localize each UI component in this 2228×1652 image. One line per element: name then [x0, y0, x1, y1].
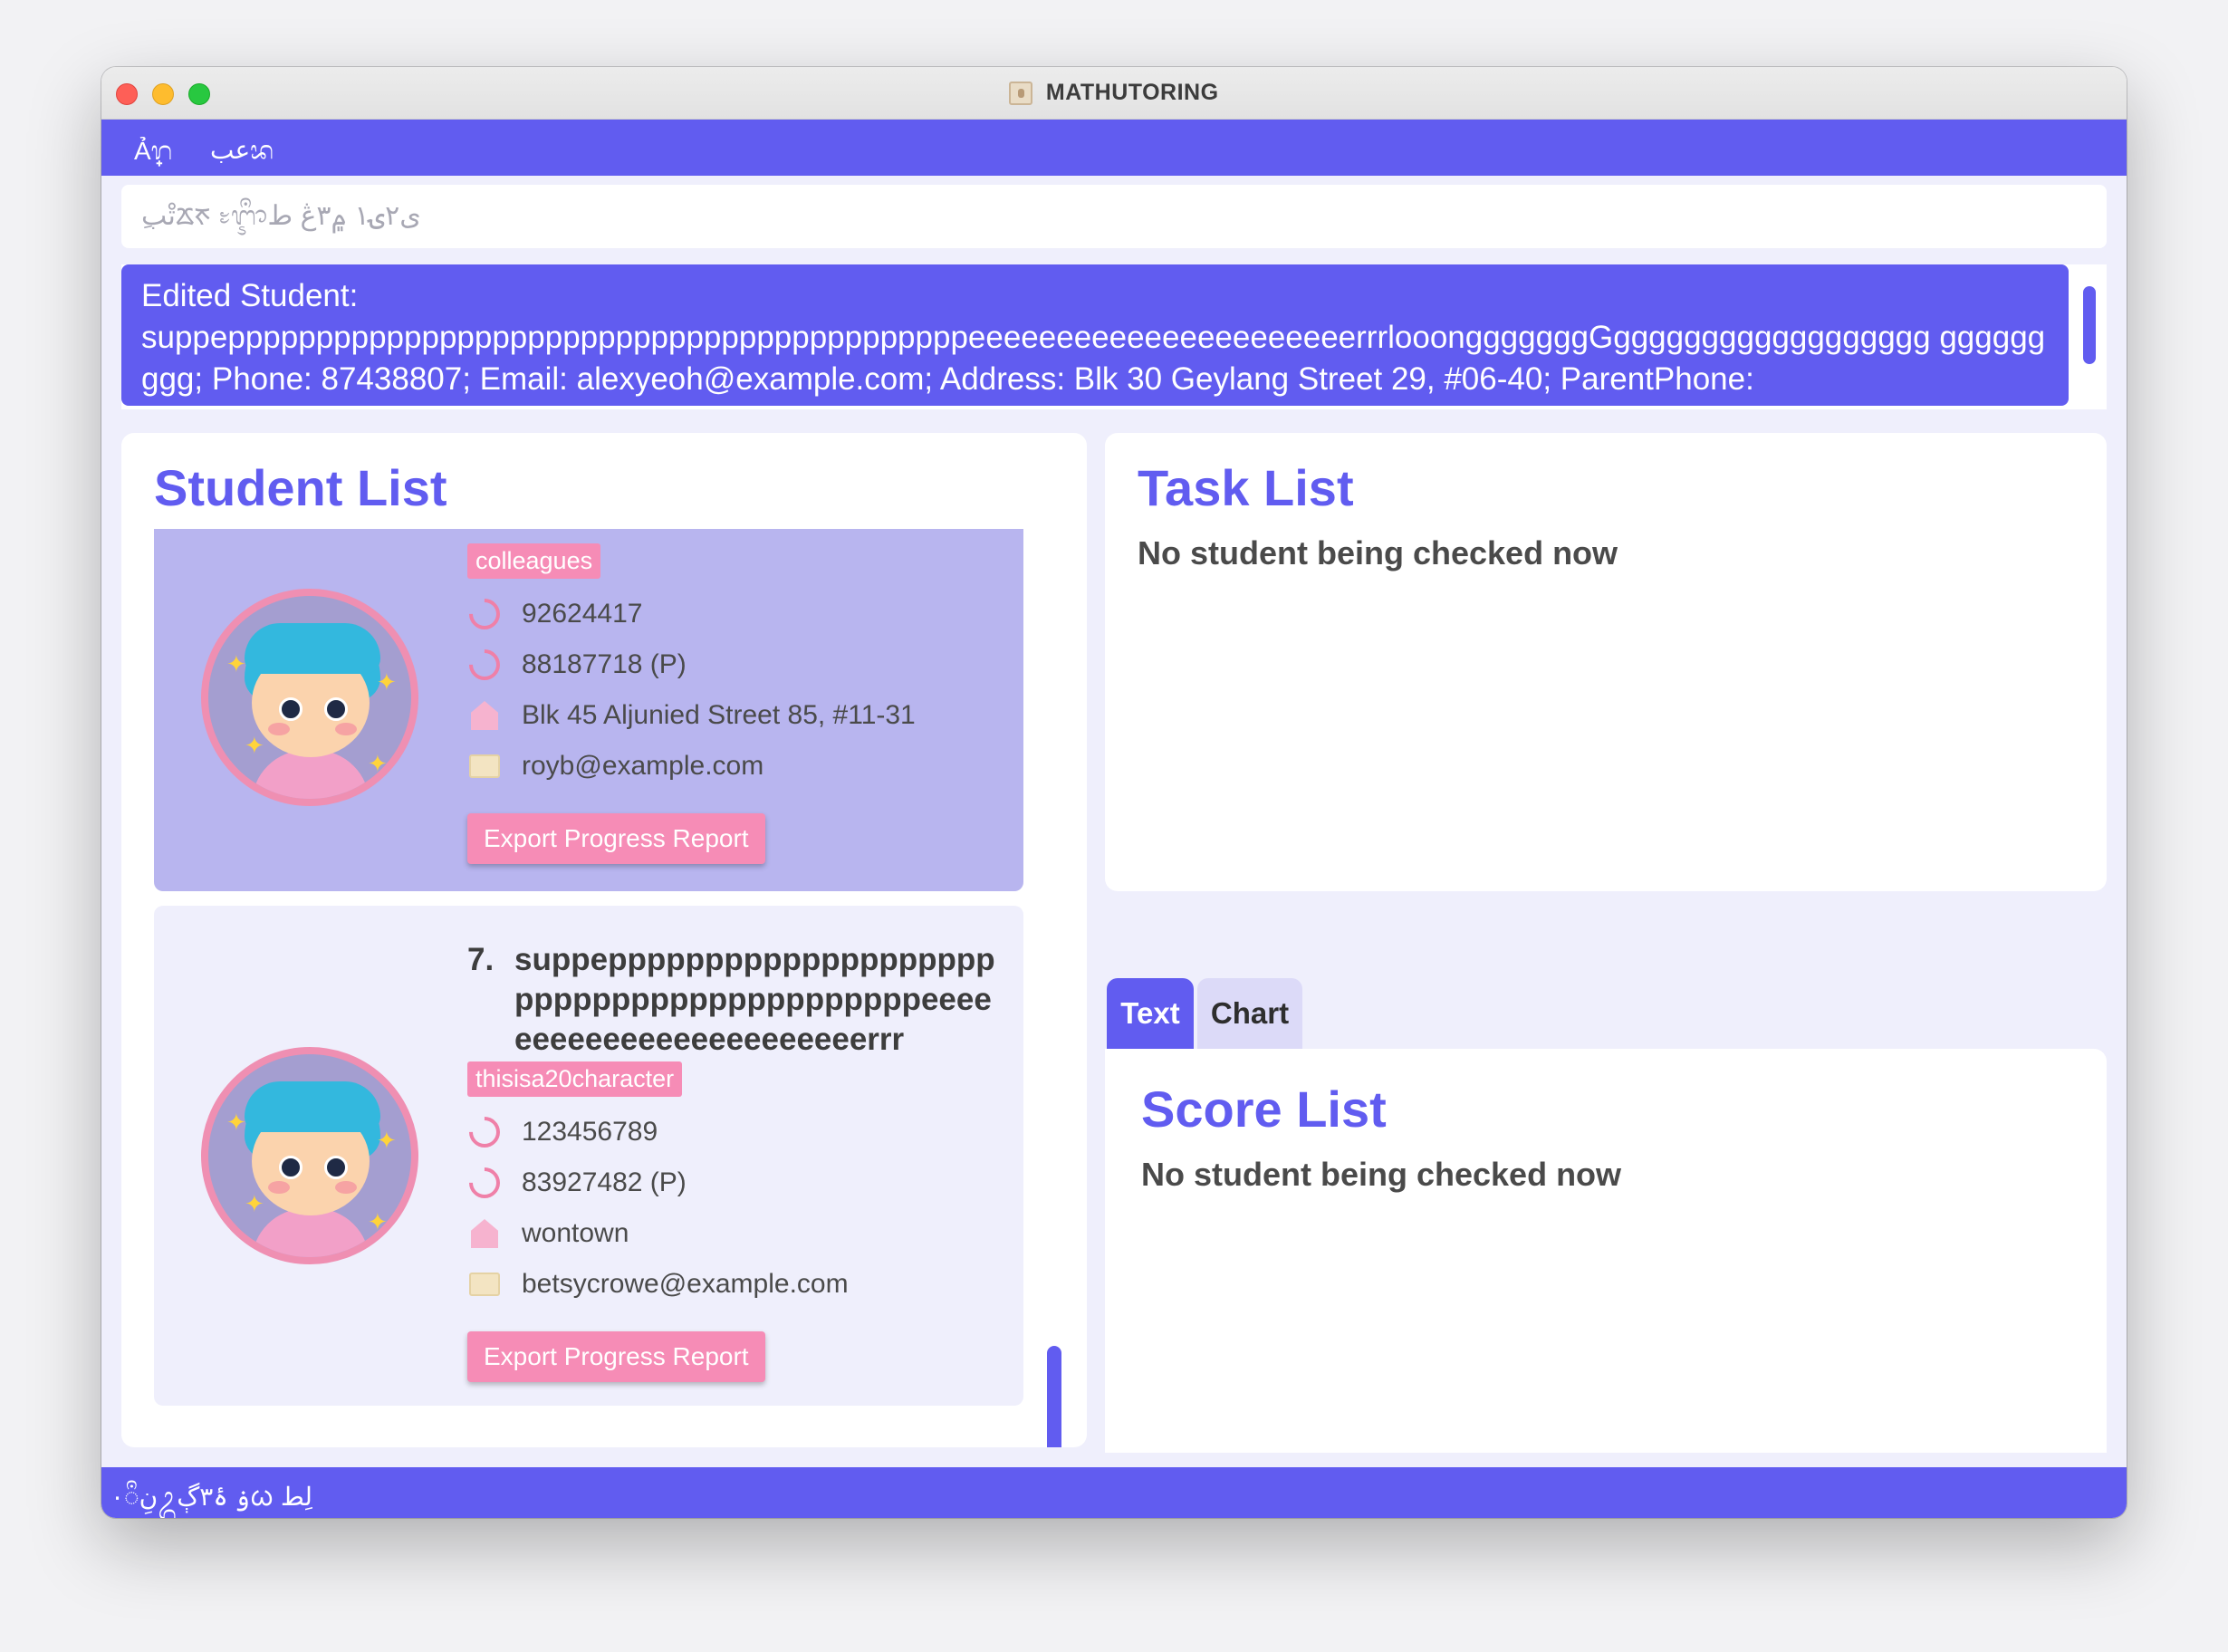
- result-scrollbar[interactable]: [2083, 286, 2096, 364]
- result-display: Edited Student: suppeppppppppppppppppppp…: [121, 264, 2107, 409]
- student-card[interactable]: ✦ ✦ ✦ ✦ colleagues 92624417 88187718 (P)…: [154, 529, 1023, 891]
- student-email: betsycrowe@example.com: [467, 1266, 849, 1302]
- menu-file[interactable]: Ả᩠ᬭ: [134, 132, 172, 178]
- student-index: 7.: [467, 942, 495, 977]
- parent-phone: 88187718 (P): [462, 642, 687, 687]
- mail-icon: [467, 1267, 502, 1301]
- task-list-title: Task List: [1138, 459, 1354, 516]
- student-list-panel: Student List ✦ ✦ ✦ ✦ colleagues 92624417: [121, 433, 1087, 1447]
- home-icon: [467, 698, 502, 733]
- phone-icon: [462, 591, 507, 637]
- task-list-message: No student being checked now: [1138, 534, 1618, 571]
- window-title: MATHUTORING: [1045, 80, 1219, 105]
- phone-icon: [462, 1109, 507, 1155]
- tab-text[interactable]: Text: [1107, 978, 1194, 1049]
- student-list-title: Student List: [154, 459, 447, 516]
- student-email: royb@example.com: [467, 748, 763, 784]
- menu-bar: Ả᩠ᬭ عبᬪ: [101, 120, 2127, 176]
- app-window: MATHUTORING Ả᩠ᬭ عبᬪ Edited Student: supp…: [101, 67, 2127, 1518]
- status-bar: ۰نِᬀᬉۂ۳ڳ ‎ۏᰃ لِط: [101, 1467, 2127, 1518]
- parent-phone-value: 83927482 (P): [522, 1167, 687, 1197]
- export-progress-report-button[interactable]: Export Progress Report: [467, 1331, 765, 1382]
- command-input[interactable]: [121, 185, 2107, 248]
- result-panel: Edited Student: suppeppppppppppppppppppp…: [121, 264, 2069, 406]
- student-email-value: betsycrowe@example.com: [522, 1269, 849, 1299]
- menu-help[interactable]: عبᬪ: [210, 132, 274, 178]
- student-avatar: ✦ ✦ ✦ ✦: [201, 589, 418, 806]
- task-list-panel: Task List No student being checked now: [1105, 433, 2107, 891]
- command-box: [121, 185, 2107, 248]
- student-list-scrollbar[interactable]: [1047, 1346, 1061, 1447]
- student-phone: 92624417: [462, 591, 643, 637]
- status-text: ۰نِᬀᬉۂ۳ڳ ‎ۏᰃ لِط: [110, 1483, 312, 1511]
- student-card[interactable]: ✦ ✦ ✦ ✦ 7. suppepppppppppppppppppppppppp…: [154, 906, 1023, 1406]
- student-phone: 123456789: [462, 1109, 658, 1155]
- phone-icon: [462, 642, 507, 687]
- student-tag: thisisa20character: [467, 1061, 683, 1097]
- student-name-text: suppeppppppppppppppppppppppppppppppppppp…: [514, 942, 995, 1057]
- home-icon: [467, 1216, 502, 1251]
- title-bar: MATHUTORING: [101, 67, 2127, 120]
- export-progress-report-button[interactable]: Export Progress Report: [467, 813, 765, 864]
- student-list[interactable]: ✦ ✦ ✦ ✦ colleagues 92624417 88187718 (P)…: [154, 529, 1023, 1435]
- student-address-value: wontown: [522, 1218, 629, 1248]
- student-email-value: royb@example.com: [522, 751, 764, 781]
- student-address-value: Blk 45 Aljunied Street 85, #11-31: [522, 700, 916, 730]
- score-list-title: Score List: [1141, 1081, 1387, 1138]
- student-address: Blk 45 Aljunied Street 85, #11-31: [467, 697, 916, 734]
- mail-icon: [467, 749, 502, 783]
- parent-phone-value: 88187718 (P): [522, 649, 687, 679]
- student-avatar: ✦ ✦ ✦ ✦: [201, 1047, 418, 1264]
- parent-phone: 83927482 (P): [462, 1160, 687, 1205]
- score-list-message: No student being checked now: [1141, 1156, 1622, 1193]
- student-address: wontown: [467, 1215, 629, 1252]
- phone-icon: [462, 1160, 507, 1205]
- app-icon: [1009, 81, 1033, 105]
- student-tag: colleagues: [467, 543, 601, 579]
- student-phone-value: 123456789: [522, 1117, 658, 1147]
- result-text: Edited Student: suppeppppppppppppppppppp…: [141, 278, 2046, 397]
- tab-chart[interactable]: Chart: [1197, 978, 1302, 1049]
- score-list-panel: Score List No student being checked now: [1105, 1049, 2107, 1453]
- student-phone-value: 92624417: [522, 599, 643, 629]
